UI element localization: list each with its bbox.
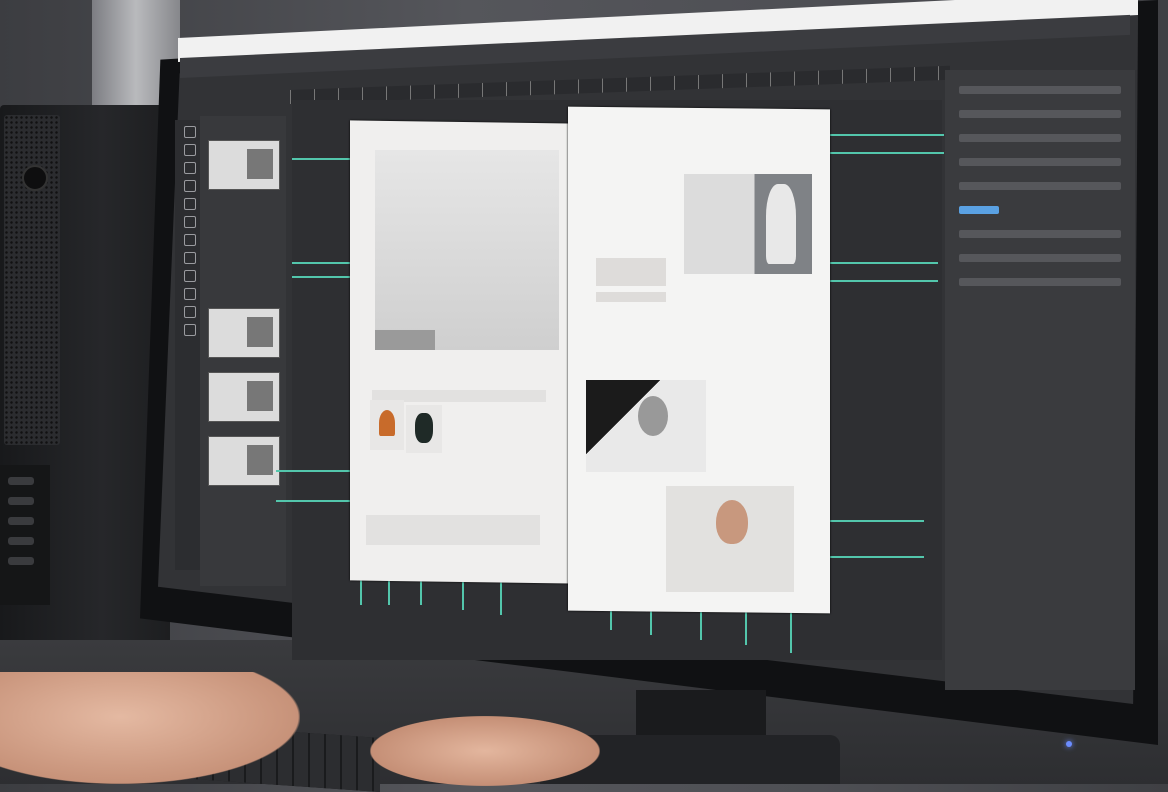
properties-panel xyxy=(945,70,1135,690)
property-row xyxy=(959,230,1121,238)
tool-icon xyxy=(184,180,196,192)
panel-thumbnail xyxy=(208,308,280,358)
property-row xyxy=(959,86,1121,94)
photo-portrait-woman xyxy=(666,486,794,592)
guide-line xyxy=(830,134,944,136)
left-hand xyxy=(0,672,300,784)
panel-thumbnail xyxy=(208,140,280,190)
property-row xyxy=(959,158,1121,166)
panel-thumbnail xyxy=(208,372,280,422)
right-hand xyxy=(370,716,600,786)
guide-line xyxy=(830,152,944,154)
property-row xyxy=(959,134,1121,142)
tower-power-button xyxy=(22,165,48,191)
tool-icon xyxy=(184,270,196,282)
text-block xyxy=(596,258,666,286)
tool-icon xyxy=(184,162,196,174)
tool-icon xyxy=(184,288,196,300)
property-row xyxy=(959,110,1121,118)
property-row xyxy=(959,182,1121,190)
orange-object-image xyxy=(370,400,404,450)
guide-line xyxy=(276,470,356,472)
guide-line xyxy=(276,500,356,502)
property-row xyxy=(959,278,1121,286)
panel-thumbnail xyxy=(208,436,280,486)
tool-icon xyxy=(184,216,196,228)
guide-line xyxy=(820,280,938,282)
tool-icon xyxy=(184,324,196,336)
photo-portrait-bw xyxy=(586,380,706,472)
tool-icon xyxy=(184,252,196,264)
tool-icon xyxy=(184,306,196,318)
monitor-power-led xyxy=(1066,741,1072,747)
text-block xyxy=(596,292,666,302)
text-block xyxy=(366,515,540,545)
guide-line xyxy=(820,262,938,264)
property-row xyxy=(959,254,1121,262)
photo-lab-worker xyxy=(684,174,812,274)
tower-drive-bays xyxy=(0,465,50,605)
highlighted-field xyxy=(959,206,999,214)
pages-panel xyxy=(200,116,286,586)
photo-placeholder-left xyxy=(375,150,559,350)
tool-icon xyxy=(184,126,196,138)
dark-object-image xyxy=(406,405,442,453)
tool-icon xyxy=(184,144,196,156)
tool-icon xyxy=(184,234,196,246)
guide-line xyxy=(790,608,792,653)
tool-icon xyxy=(184,198,196,210)
